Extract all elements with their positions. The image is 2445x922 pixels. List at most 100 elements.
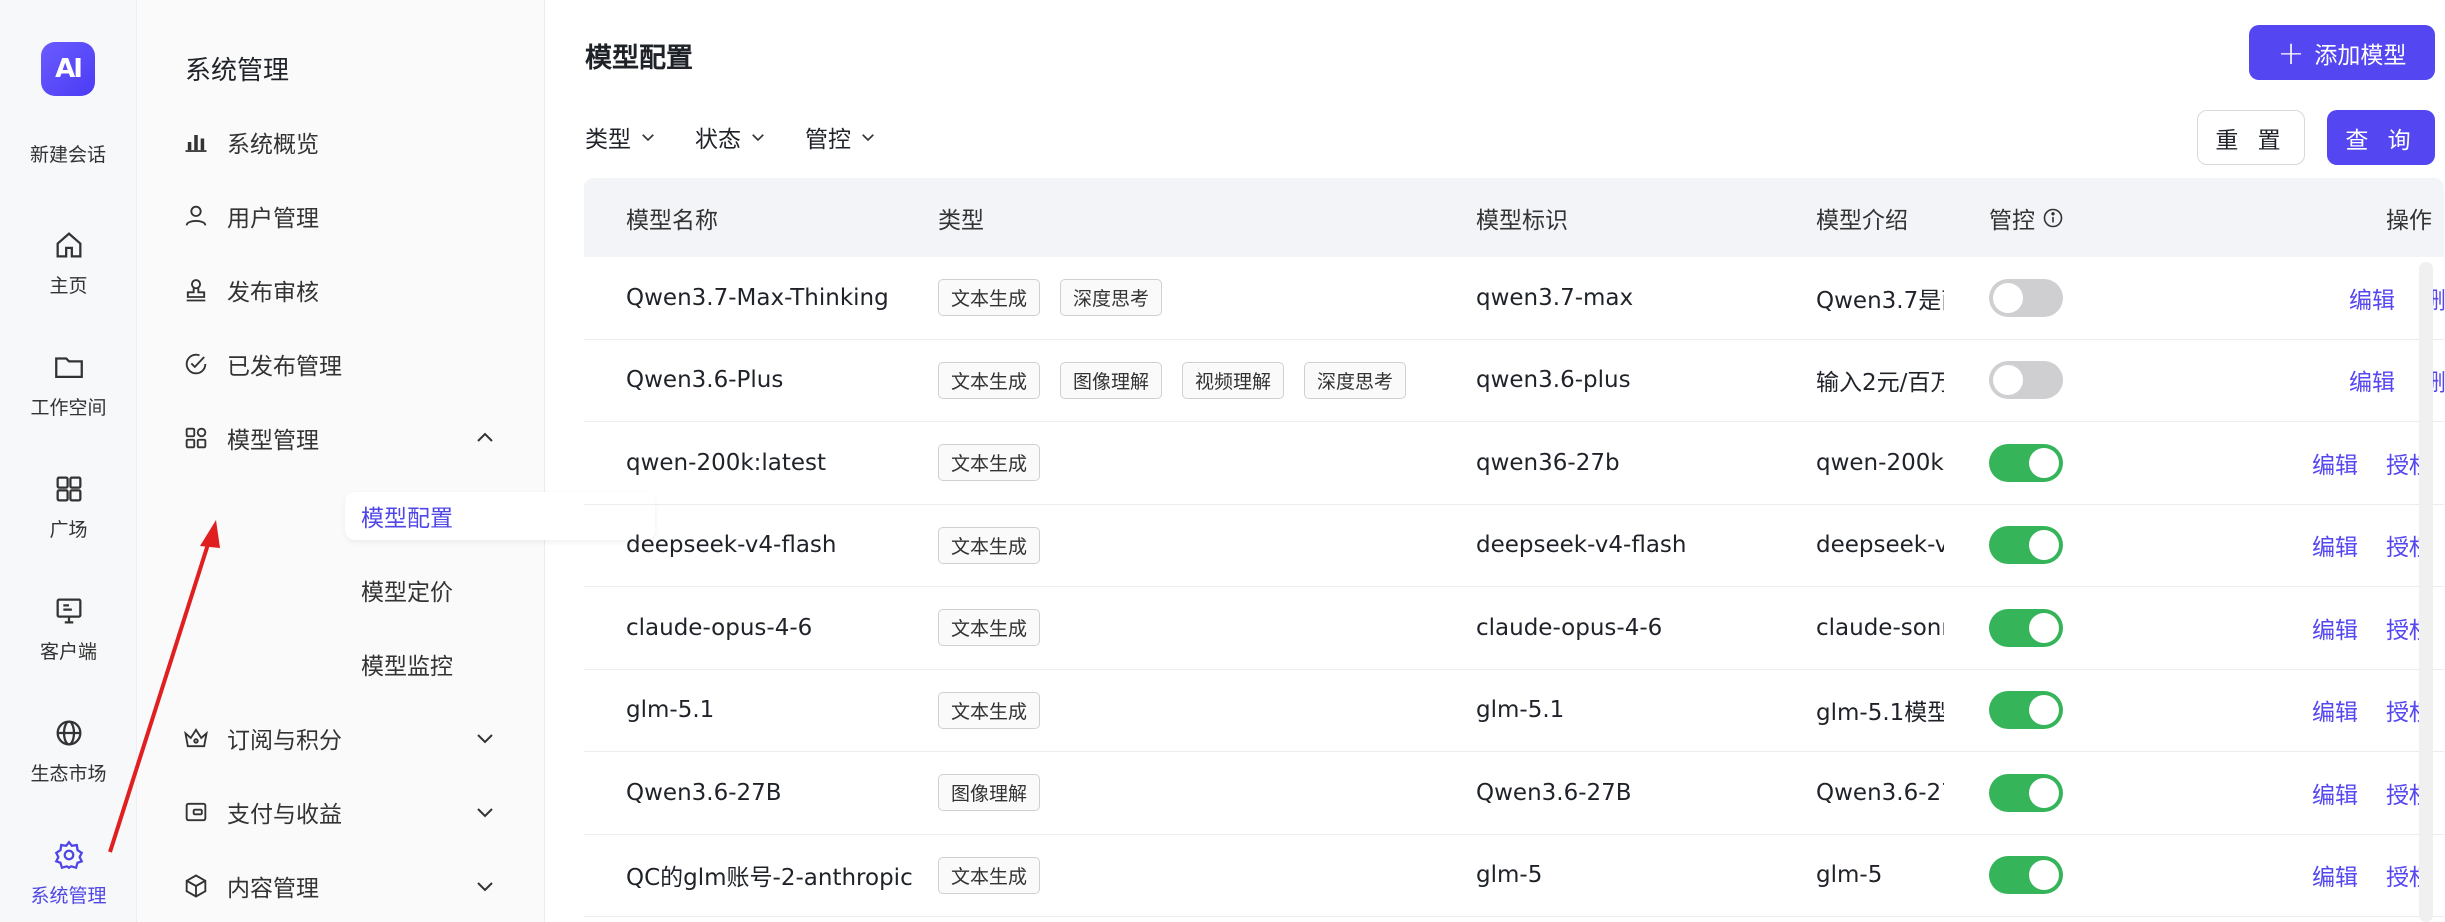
sidebar-item-label: 系统概览: [227, 132, 319, 158]
type-tag: 文本生成: [938, 361, 1041, 399]
cell-actions: 编辑授权删除: [2244, 693, 2445, 727]
control-toggle[interactable]: [1989, 526, 2063, 565]
cell-intro: glm-5: [1816, 862, 1883, 889]
header-actions: 操作: [2386, 207, 2432, 234]
cell-actions: 编辑授权删除: [2244, 776, 2445, 810]
control-toggle[interactable]: [1989, 278, 2063, 317]
cell-model-name: Qwen3.6-27B: [626, 779, 782, 806]
filter-status-dropdown[interactable]: 状态: [695, 120, 767, 154]
cell-control: [1989, 443, 2063, 482]
toggle-knob: [2029, 695, 2059, 726]
rail-item-label: 广场: [49, 519, 88, 541]
rail-item-plaza[interactable]: 广场: [0, 472, 137, 542]
cell-model-id: claude-opus-4-6: [1476, 614, 1663, 641]
chevron-down-icon: [477, 882, 493, 892]
edit-link[interactable]: 编辑: [2349, 281, 2395, 315]
chevron-down-icon: [752, 134, 764, 142]
cell-actions: 编辑授权删除: [2244, 611, 2445, 645]
cell-type-tags: 文本生成: [938, 609, 1041, 647]
rail-item-label: 系统管理: [30, 885, 107, 907]
edit-link[interactable]: 编辑: [2312, 446, 2358, 480]
cell-model-id: qwen3.7-max: [1476, 284, 1634, 311]
table-row: Qwen3.6-Plus 文本生成 图像理解 视频理解 深度思考 qwen3.6-plus…: [584, 340, 2445, 422]
add-model-label: 添加模型: [2314, 42, 2407, 69]
type-tag: 图像理解: [1060, 361, 1163, 399]
table-row: glm-5.1 文本生成 glm-5.1 glm-5.1模型 编辑授权删除: [584, 670, 2445, 752]
edit-link[interactable]: 编辑: [2312, 528, 2358, 562]
check-circle-icon: [179, 347, 213, 381]
table-row: deepseek-v4-flash 文本生成 deepseek-v4-flash de…: [584, 505, 2444, 587]
sidebar-subitem-model-pricing[interactable]: 模型定价: [361, 566, 453, 614]
sidebar-item-label: 订阅与积分: [227, 728, 342, 754]
reset-button[interactable]: 重 置: [2197, 110, 2305, 165]
cell-actions: 编辑删除: [2244, 363, 2445, 397]
new-chat-button[interactable]: 新建会话: [30, 140, 106, 167]
sidebar-item-content[interactable]: 内容管理: [179, 862, 509, 910]
monitor-icon: [56, 598, 81, 624]
type-tag: 文本生成: [938, 444, 1041, 482]
app-logo[interactable]: AI: [41, 42, 95, 96]
gear-icon: [54, 840, 83, 870]
rail-item-client[interactable]: 客户端: [0, 594, 137, 664]
control-toggle[interactable]: [1989, 608, 2063, 647]
table-row: Qwen3.6-27B 图像理解 Qwen3.6-27B Qwen3.6-27 编辑 授权…: [584, 752, 2444, 835]
sidebar-item-users[interactable]: 用户管理: [179, 192, 509, 240]
cell-model-name: qwen-200k:latest: [626, 449, 827, 476]
table-row: claude-opus-4-6 文本生成 claude-opus-4-6 claude…: [584, 587, 2444, 670]
sidebar-item-models[interactable]: 模型管理: [179, 414, 509, 462]
cell-type-tags: 文本生成: [938, 526, 1041, 564]
toggle-knob: [1993, 365, 2023, 396]
header-type: 类型: [938, 207, 984, 234]
edit-link[interactable]: 编辑: [2312, 776, 2358, 810]
table-body: Qwen3.7-Max-Thinking 文本生成 深度思考 qwen3.7-max Q…: [584, 257, 2445, 917]
add-model-button[interactable]: + 添加模型: [2249, 25, 2435, 80]
stamp-icon: [179, 273, 213, 307]
filter-type-dropdown[interactable]: 类型: [585, 120, 657, 154]
toggle-knob: [1993, 282, 2023, 313]
cell-type-tags: 文本生成: [938, 444, 1041, 482]
chevron-down-icon: [642, 134, 654, 142]
left-rail: AI 新建会话 主页 工作空间 广场 客户端 生态市场 系统管理: [0, 0, 137, 922]
rail-item-system[interactable]: 系统管理: [0, 838, 137, 908]
bar-chart-icon: [179, 125, 213, 159]
rail-item-home[interactable]: 主页: [0, 228, 137, 298]
sidebar-item-review[interactable]: 发布审核: [179, 266, 509, 314]
cell-model-id: deepseek-v4-flash: [1476, 532, 1687, 559]
model-table: 模型名称 类型 模型标识 模型介绍 管控 操作 Qwen3.7-Max-Thin…: [584, 178, 2445, 917]
cell-actions: 编辑授权删除: [2244, 858, 2445, 892]
sidebar-item-label: 已发布管理: [227, 354, 342, 380]
edit-link[interactable]: 编辑: [2312, 693, 2358, 727]
cell-control: [1989, 773, 2063, 812]
sidebar-item-payment[interactable]: 支付与收益: [179, 788, 509, 836]
edit-link[interactable]: 编辑: [2349, 363, 2395, 397]
vertical-scrollbar[interactable]: [2419, 262, 2433, 922]
cell-intro: Qwen3.6-27: [1816, 779, 1944, 806]
cell-model-id: Qwen3.6-27B: [1476, 779, 1632, 806]
user-icon: [179, 199, 213, 233]
cell-model-id: qwen3.6-plus: [1476, 367, 1631, 394]
info-icon[interactable]: [2041, 206, 2065, 230]
cell-intro: glm-5.1模型: [1816, 700, 1944, 727]
query-button[interactable]: 查 询: [2327, 110, 2435, 165]
sidebar-item-label: 支付与收益: [227, 802, 342, 828]
filter-control-dropdown[interactable]: 管控: [805, 120, 877, 154]
rail-item-label: 工作空间: [30, 397, 107, 419]
rail-item-market[interactable]: 生态市场: [0, 716, 137, 786]
header-model-id: 模型标识: [1476, 207, 1568, 234]
control-toggle[interactable]: [1989, 443, 2063, 482]
sidebar-item-subscription[interactable]: 订阅与积分: [179, 714, 509, 762]
sidebar-item-overview[interactable]: 系统概览: [179, 118, 509, 166]
rail-item-workspace[interactable]: 工作空间: [0, 350, 137, 420]
sidebar-subitem-model-monitor[interactable]: 模型监控: [361, 640, 453, 688]
edit-link[interactable]: 编辑: [2312, 611, 2358, 645]
control-toggle[interactable]: [1989, 361, 2063, 400]
secondary-sidebar: 系统管理 系统概览 用户管理 发布审核 已发布管理 模型管理 模型配置 模型定价…: [137, 0, 655, 922]
sidebar-item-published[interactable]: 已发布管理: [179, 340, 509, 388]
filter-bar: 类型 状态 管控: [585, 120, 877, 154]
edit-link[interactable]: 编辑: [2312, 858, 2358, 892]
control-toggle[interactable]: [1989, 856, 2063, 895]
rail-item-label: 生态市场: [30, 763, 107, 785]
control-toggle[interactable]: [1989, 773, 2063, 812]
control-toggle[interactable]: [1989, 691, 2063, 730]
cell-intro: qwen-200k: [1816, 449, 1944, 476]
